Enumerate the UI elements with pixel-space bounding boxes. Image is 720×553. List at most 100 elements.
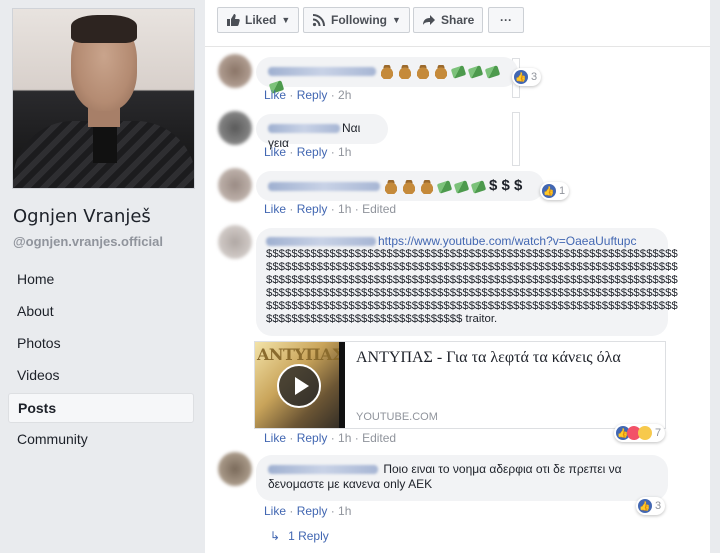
page-handle[interactable]: @ognjen.vranjes.official: [13, 234, 163, 249]
flying-money-icon: [467, 65, 484, 79]
reaction-count[interactable]: 👍 3: [512, 68, 542, 86]
like-link[interactable]: Like: [264, 431, 286, 445]
like-reaction-icon: 👍: [542, 184, 556, 198]
edited-label[interactable]: Edited: [362, 202, 396, 216]
reply-link[interactable]: Reply: [297, 202, 328, 216]
nav-videos[interactable]: Videos: [8, 360, 194, 392]
haha-reaction-icon: [638, 426, 652, 440]
comment-text-line: $$$$$$$$$$$$$$$$$$$$$$$$$$$$$$$$$$$$$$$$…: [266, 300, 678, 312]
flying-money-icon: [450, 65, 467, 79]
flying-money-icon: [453, 180, 470, 194]
commenter-name[interactable]: [268, 67, 376, 77]
share-arrow-icon: [423, 15, 435, 25]
comment-text-line: Ποιο ειναι το νοημα αδερφια οτι δε πρεπε…: [383, 462, 622, 476]
nav-photos[interactable]: Photos: [8, 328, 194, 360]
comment-time[interactable]: 1h: [338, 145, 351, 159]
reply-link[interactable]: Reply: [297, 145, 328, 159]
page-action-bar: Liked ▼ Following ▼ Share ···: [205, 0, 720, 47]
comment-text-line: $$$$$$$$$$$$$$$$$$$$$$$$$$$$$$$ traitor.: [266, 313, 498, 325]
nav-posts[interactable]: Posts: [8, 393, 194, 423]
profile-picture[interactable]: [12, 8, 195, 189]
caret-down-icon: ▼: [281, 15, 291, 25]
comment-meta: Like · Reply · 1h · Edited: [264, 431, 397, 445]
view-replies-link[interactable]: ↳ 1 Reply: [270, 529, 329, 543]
following-label: Following: [331, 13, 387, 27]
share-button[interactable]: Share: [413, 7, 484, 33]
commenter-name[interactable]: [266, 237, 376, 247]
like-link[interactable]: Like: [264, 88, 286, 102]
comment-bubble: [256, 57, 518, 94]
reaction-count[interactable]: 👍 3: [636, 497, 666, 515]
commenter-avatar[interactable]: [218, 111, 252, 145]
right-panel-card: [512, 112, 520, 166]
commenter-avatar[interactable]: [218, 452, 252, 486]
flying-money-icon: [470, 180, 487, 194]
commenter-name[interactable]: [268, 465, 378, 475]
money-bag-icon: [416, 64, 430, 79]
comment-bubble: Ποιο ειναι το νοημα αδερφια οτι δε πρεπε…: [256, 455, 668, 501]
comment-meta: Like · Reply · 2h: [264, 88, 352, 102]
comment-text-line: $$$$$$$$$$$$$$$$$$$$$$$$$$$$$$$$$$$$$$$$…: [266, 248, 678, 260]
comment-bubble: Ναι γεια: [256, 114, 388, 150]
commenter-name[interactable]: [268, 124, 340, 134]
reaction-count[interactable]: 👍 1: [540, 182, 570, 200]
flying-money-icon: [436, 180, 453, 194]
more-button[interactable]: ···: [488, 7, 524, 33]
page-nav: Home About Photos Videos Posts Community: [8, 264, 194, 456]
comment-meta: Like · Reply · 1h: [264, 145, 352, 159]
money-bag-icon: [420, 179, 434, 194]
share-label: Share: [441, 13, 475, 27]
commenter-avatar[interactable]: [218, 168, 252, 202]
comment-text-line: $$$$$$$$$$$$$$$$$$$$$$$$$$$$$$$$$$$$$$$$…: [266, 261, 678, 273]
nav-community[interactable]: Community: [8, 424, 194, 456]
page-sidebar: Ognjen Vranješ @ognjen.vranjes.official …: [0, 0, 205, 553]
comment-url-link[interactable]: https://www.youtube.com/watch?v=OaeaUuft…: [378, 234, 636, 248]
commenter-avatar[interactable]: [218, 54, 252, 88]
following-button[interactable]: Following ▼: [303, 7, 410, 33]
reply-link[interactable]: Reply: [297, 504, 328, 518]
reply-link[interactable]: Reply: [297, 431, 328, 445]
youtube-link-card[interactable]: ΑΝΤΥΠΑΣ ΑΝΤΥΠΑΣ - Για τα λεφτά τα κάνεις…: [254, 341, 666, 429]
rss-icon: [312, 14, 325, 27]
play-icon[interactable]: [277, 364, 321, 408]
commenter-name[interactable]: [268, 182, 380, 192]
like-link[interactable]: Like: [264, 145, 286, 159]
like-link[interactable]: Like: [264, 504, 286, 518]
page-name[interactable]: Ognjen Vranješ: [13, 206, 151, 227]
caret-down-icon: ▼: [392, 15, 401, 25]
reaction-count[interactable]: 👍 7: [614, 424, 666, 442]
more-dots-icon: ···: [500, 13, 512, 27]
video-thumbnail[interactable]: ΑΝΤΥΠΑΣ: [255, 342, 345, 428]
comment-meta: Like · Reply · 1h: [264, 504, 352, 518]
money-bag-icon: [384, 179, 398, 194]
comment-text-line: δενομαστε με κανενα only AEK: [268, 477, 433, 491]
nav-home[interactable]: Home: [8, 264, 194, 296]
flying-money-icon: [484, 65, 501, 79]
comment-time[interactable]: 1h: [338, 431, 351, 445]
commenter-avatar[interactable]: [218, 225, 252, 259]
edited-label[interactable]: Edited: [362, 431, 396, 445]
liked-label: Liked: [245, 13, 277, 27]
comment-text-line: $$$$$$$$$$$$$$$$$$$$$$$$$$$$$$$$$$$$$$$$…: [266, 287, 678, 299]
like-reaction-icon: 👍: [638, 499, 652, 513]
like-link[interactable]: Like: [264, 202, 286, 216]
comment-time[interactable]: 1h: [338, 504, 351, 518]
money-bag-icon: [434, 64, 448, 79]
comment-bubble: https://www.youtube.com/watch?v=OaeaUuft…: [256, 228, 678, 336]
comment-text-line: $$$$$$$$$$$$$$$$$$$$$$$$$$$$$$$$$$$$$$$$…: [266, 274, 678, 286]
comment-meta: Like · Reply · 1h · Edited: [264, 202, 397, 216]
comment-time[interactable]: 1h: [338, 202, 351, 216]
card-domain: YOUTUBE.COM: [356, 411, 438, 423]
comment-bubble: $ $ $: [256, 171, 544, 201]
comment-text: $ $ $: [489, 177, 523, 194]
money-bag-icon: [398, 64, 412, 79]
thumbnail-text: ΑΝΤΥΠΑΣ: [257, 345, 343, 364]
thumbs-up-icon: [227, 14, 240, 26]
comment-time[interactable]: 2h: [338, 88, 351, 102]
replies-count: 1 Reply: [288, 529, 329, 543]
nav-about[interactable]: About: [8, 296, 194, 328]
reply-arrow-icon: ↳: [270, 529, 281, 543]
liked-button[interactable]: Liked ▼: [217, 7, 300, 33]
card-title[interactable]: ΑΝΤΥΠΑΣ - Για τα λεφτά τα κάνεις όλα: [356, 349, 621, 367]
reply-link[interactable]: Reply: [297, 88, 328, 102]
